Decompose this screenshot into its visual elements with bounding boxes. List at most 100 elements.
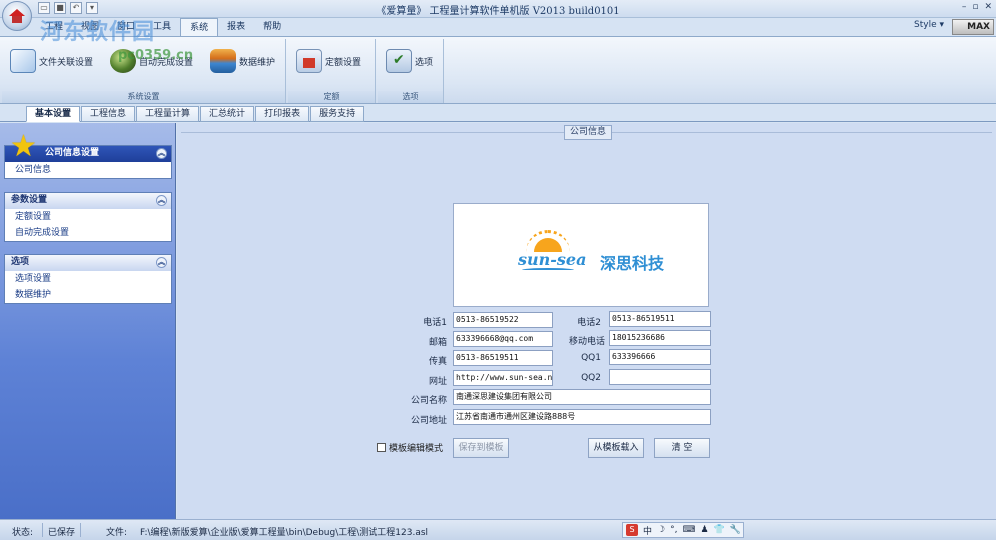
data-maintenance-label: 数据维护 (239, 57, 276, 68)
qq2-label: QQ2 (581, 373, 601, 383)
tab-reports[interactable]: 报表 (218, 18, 254, 36)
qq1-label: QQ1 (581, 353, 601, 363)
ribbon-group-label: 定额 (288, 91, 375, 103)
collapse-icon[interactable]: ︽ (156, 148, 167, 159)
file-path: F:\编程\新版爱算\企业版\爱算工程量\bin\Debug\工程\测试工程12… (140, 528, 429, 538)
nav-group-params: 参数设置 ︽ 定额设置 自动完成设置 (4, 192, 172, 242)
tab-service-support[interactable]: 服务支持 (310, 106, 365, 122)
title-bar: ▭ ■ ↶ ▾ 《爱算量》 工程量计算软件单机版 V2013 build0101… (0, 0, 996, 18)
ribbon-group-system-settings: 文件关联设置 自动完成设置 数据维护 系统设置 (2, 39, 286, 103)
company-name-field[interactable]: 南通深思建设集团有限公司 (453, 389, 711, 405)
qq1-field[interactable]: 633396666 (609, 349, 711, 365)
nav-group-header[interactable]: 参数设置 ︽ (5, 193, 171, 209)
phone2-field[interactable]: 0513-86519511 (609, 311, 711, 327)
file-label: 文件: (106, 528, 128, 538)
auto-complete-label: 自动完成设置 (139, 57, 194, 68)
save-to-template-button[interactable]: 保存到模板 (453, 438, 509, 458)
email-field[interactable]: 633396668@qq.com (453, 331, 553, 347)
skin-icon[interactable]: 👕 (714, 525, 725, 535)
checkbox-icon[interactable] (377, 443, 386, 452)
template-edit-label: 模板编辑模式 (389, 444, 444, 454)
company-logo[interactable]: sun-sea 深思科技 (453, 203, 709, 307)
checkmark-icon (386, 49, 412, 73)
window-controls: – ▫ ✕ (962, 2, 992, 12)
company-info-panel: 公司信息 sun-sea 深思科技 电话1 0513-86519522 电话2 … (177, 123, 996, 519)
restore-icon[interactable]: ▫ (972, 2, 978, 12)
tab-project-info[interactable]: 工程信息 (81, 106, 136, 122)
close-icon[interactable]: ✕ (984, 2, 992, 12)
qq2-field[interactable] (609, 369, 711, 385)
wave-icon (522, 268, 574, 272)
file-association-button[interactable]: 文件关联设置 (10, 49, 93, 73)
mobile-field[interactable]: 18015236686 (609, 330, 711, 346)
tab-basic-settings[interactable]: 基本设置 (26, 106, 81, 122)
quota-settings-button[interactable]: 定额设置 (296, 49, 361, 73)
app-menu-button[interactable] (2, 1, 32, 31)
chinese-mode-icon[interactable]: 中 (643, 524, 652, 537)
style-menu[interactable]: Style ▾ (914, 20, 944, 30)
nav-item-auto-complete[interactable]: 自动完成设置 (5, 225, 171, 241)
website-label: 网址 (428, 377, 447, 387)
moon-icon[interactable]: ☽ (657, 525, 665, 535)
user-icon[interactable]: ♟ (700, 525, 708, 535)
website-field[interactable]: http://www.sun-sea.net (453, 370, 553, 386)
ime-toolbar: S 中 ☽ °, ⌨ ♟ 👕 🔧 (622, 522, 744, 538)
status-value: 已保存 (48, 528, 76, 538)
file-association-label: 文件关联设置 (39, 57, 94, 68)
fax-field[interactable]: 0513-86519511 (453, 350, 553, 366)
nav-item-quota-settings[interactable]: 定额设置 (5, 209, 171, 225)
minimize-icon[interactable]: – (962, 2, 967, 12)
nav-group-header[interactable]: 选项 ︽ (5, 255, 171, 271)
nav-group-title: 选项 (11, 257, 30, 267)
auto-complete-button[interactable]: 自动完成设置 (110, 49, 193, 73)
ribbon-group-quota: 定额设置 定额 (288, 39, 376, 103)
template-edit-checkbox[interactable]: 模板编辑模式 (377, 441, 443, 454)
punctuation-icon[interactable]: °, (670, 525, 677, 535)
phone1-label: 电话1 (423, 318, 447, 328)
globe-icon (110, 49, 136, 73)
quota-icon (296, 49, 322, 73)
logo-text-en: sun-sea (518, 250, 587, 269)
keyboard-icon[interactable]: ⌨ (682, 525, 695, 535)
tab-quantity-calc[interactable]: 工程量计算 (136, 106, 200, 122)
clear-button[interactable]: 清 空 (654, 438, 710, 458)
nav-group-options: 选项 ︽ 选项设置 数据维护 (4, 254, 172, 304)
nav-item-data-maintenance[interactable]: 数据维护 (5, 287, 171, 303)
module-tab-bar: 基本设置 工程信息 工程量计算 汇总统计 打印报表 服务支持 (0, 105, 996, 122)
tab-view[interactable]: 视图 (72, 18, 108, 36)
ribbon-group-options: 选项 选项 (378, 39, 444, 103)
tab-tools[interactable]: 工具 (144, 18, 180, 36)
phone1-field[interactable]: 0513-86519522 (453, 312, 553, 328)
section-title: 公司信息 (564, 125, 613, 140)
tab-help[interactable]: 帮助 (254, 18, 290, 36)
phone2-label: 电话2 (577, 318, 601, 328)
tab-system[interactable]: 系统 (180, 18, 219, 36)
fax-label: 传真 (428, 357, 447, 367)
ribbon-panel: 文件关联设置 自动完成设置 数据维护 系统设置 定额设置 定额 选项 选项 (0, 36, 996, 104)
nav-group-header[interactable]: ★ 公司信息设置 ︽ (5, 132, 171, 162)
wrench-icon[interactable]: 🔧 (730, 525, 741, 535)
nav-item-company-info[interactable]: 公司信息 (5, 162, 171, 178)
logo-text-cn: 深思科技 (600, 254, 665, 273)
nav-group-company: ★ 公司信息设置 ︽ 公司信息 (4, 132, 172, 179)
collapse-icon[interactable]: ︽ (156, 195, 167, 206)
tab-summary[interactable]: 汇总统计 (200, 106, 255, 122)
status-bar: 状态: 已保存 文件: F:\编程\新版爱算\企业版\爱算工程量\bin\Deb… (0, 519, 996, 540)
tab-window[interactable]: 窗口 (108, 18, 144, 36)
data-maintenance-button[interactable]: 数据维护 (210, 49, 275, 73)
sogou-icon[interactable]: S (626, 524, 638, 536)
tab-project[interactable]: 工程 (36, 18, 72, 36)
options-label: 选项 (415, 57, 434, 68)
company-address-field[interactable]: 江苏省南通市通州区建设路888号 (453, 409, 711, 425)
nav-item-option-settings[interactable]: 选项设置 (5, 271, 171, 287)
star-icon: ★ (10, 129, 37, 164)
email-label: 邮箱 (428, 338, 447, 348)
tab-print-reports[interactable]: 打印报表 (255, 106, 310, 122)
options-button[interactable]: 选项 (386, 49, 433, 73)
home-icon (9, 9, 25, 23)
collapse-icon[interactable]: ︽ (156, 257, 167, 268)
load-from-template-button[interactable]: 从模板载入 (588, 438, 644, 458)
window-title: 《爱算量》 工程量计算软件单机版 V2013 build0101 (376, 6, 620, 17)
nav-group-title: 参数设置 (11, 195, 48, 205)
mobile-label: 移动电话 (568, 337, 605, 347)
